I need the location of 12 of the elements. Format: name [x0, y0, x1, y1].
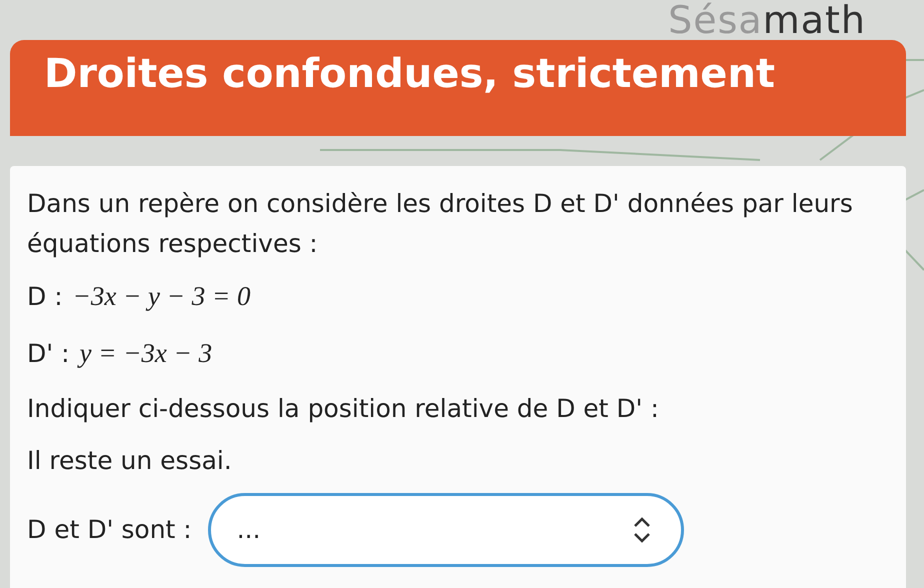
- question-text: Indiquer ci-dessous la position relative de D et D' :: [27, 393, 660, 425]
- equation: −3x − y − 3 = 0: [72, 280, 250, 313]
- logo: Sésamath: [668, 0, 866, 40]
- attempts-text: Il reste un essai.: [27, 445, 233, 477]
- answer-select[interactable]: ...: [208, 493, 684, 567]
- answer-label: D et D' sont :: [27, 514, 192, 546]
- equation-label: D' :: [27, 338, 70, 370]
- intro-text: Dans un repère on considère les droites D et D' données par leurs équations respectives :: [27, 188, 854, 260]
- equation: y = −3x − 3: [80, 332, 212, 373]
- chevron-up-down-icon: [632, 516, 651, 544]
- page-title: Droites confondues, strictement: [44, 51, 776, 97]
- equation-label: D :: [27, 281, 63, 313]
